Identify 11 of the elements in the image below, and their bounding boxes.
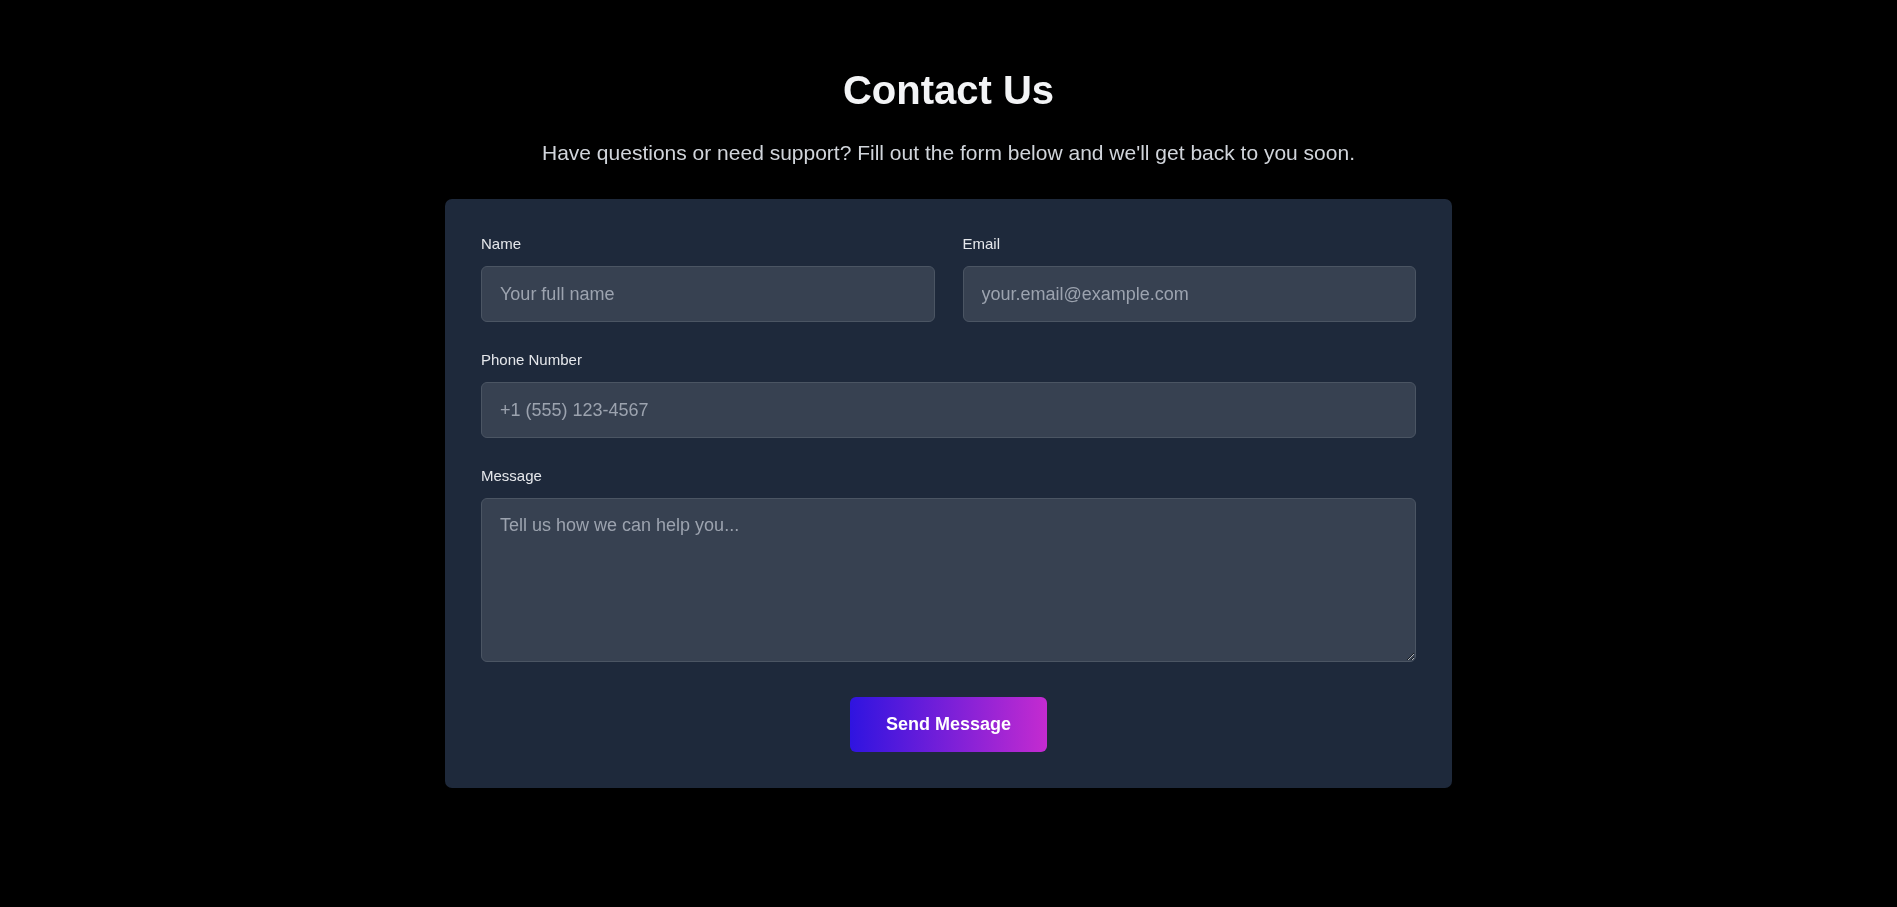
input-field[interactable]: +1 (555) 123-4567 [481,382,1416,438]
message-field[interactable]: Tell us how we can help you... [481,498,1416,662]
page-title: Contact Us [842,68,1055,113]
input-field[interactable]: your.email@example.com [962,266,1416,322]
field-label: Email [962,235,1000,252]
field-label: Name [481,235,521,252]
field-label: Message [481,467,542,484]
input-field[interactable]: Your full name [481,266,935,322]
page-subtitle: Have questions or need support? Fill out the form below and we'll get back to you soon. [542,141,1355,165]
send-button[interactable]: Send Message [850,697,1047,752]
field-label: Phone Number [481,351,582,368]
